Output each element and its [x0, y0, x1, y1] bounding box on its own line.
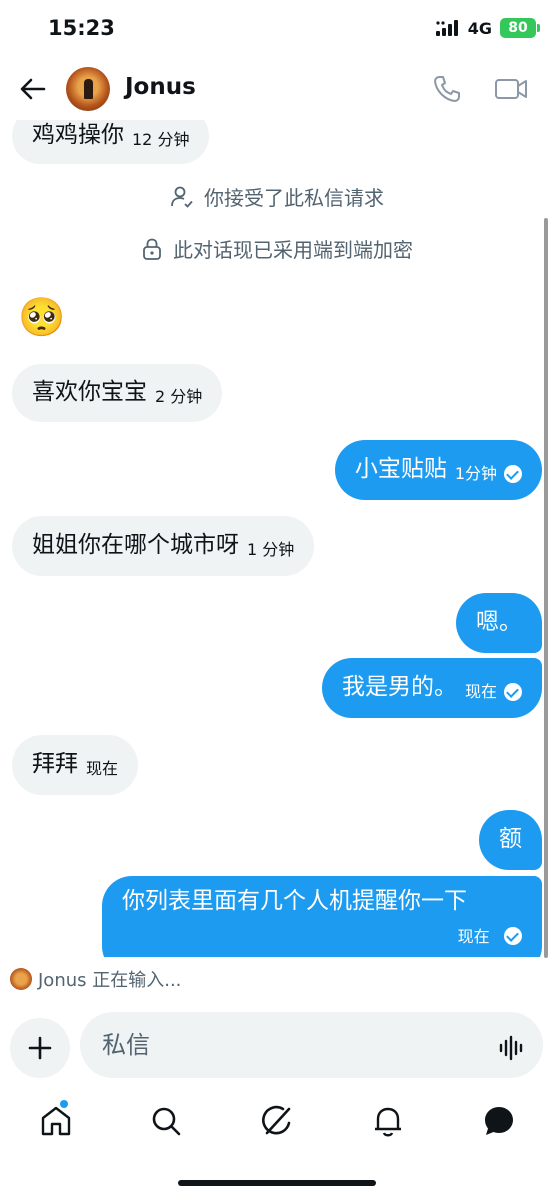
message-text: 拜拜 [32, 751, 78, 778]
typing-text: Jonus 正在输入... [38, 970, 182, 991]
message-time: 现在 [464, 682, 497, 702]
read-check-icon [504, 465, 522, 483]
phone-icon[interactable] [432, 74, 462, 104]
avatar[interactable] [66, 67, 110, 111]
home-icon[interactable] [38, 1103, 74, 1139]
message-text: 鸡鸡操你 [32, 122, 124, 149]
back-arrow-icon[interactable] [18, 74, 48, 104]
message-bubble[interactable]: 喜欢你宝宝 2 分钟 [12, 364, 223, 422]
video-call-icon[interactable] [494, 74, 528, 104]
conversation-header: Jonus [0, 60, 554, 120]
avatar [10, 968, 32, 990]
message-time: 12 分钟 [132, 130, 190, 150]
encryption-notice: 此对话现已采用端到端加密 [0, 234, 554, 263]
notification-dot [60, 1100, 68, 1108]
grok-icon[interactable] [259, 1103, 295, 1139]
messages-icon[interactable] [481, 1103, 517, 1139]
message-text: 喜欢你宝宝 [32, 379, 147, 406]
person-check-icon [171, 186, 193, 208]
message-bubble[interactable]: 小宝贴贴 1分钟 [334, 440, 542, 500]
add-button[interactable] [10, 1018, 70, 1078]
signal-icon [435, 20, 458, 36]
status-indicators: 4G 80 [435, 18, 540, 38]
message-time: 1 分钟 [247, 540, 295, 560]
voice-waveform-icon[interactable] [498, 1034, 526, 1062]
bottom-navigation [0, 1095, 554, 1151]
message-text: 小宝贴贴 [354, 456, 447, 483]
message-bubble[interactable]: 你列表里面有几个人机提醒你一下 现在 [102, 876, 542, 957]
status-time: 15:23 [48, 16, 115, 40]
lock-icon [143, 238, 161, 260]
message-time: 1分钟 [454, 464, 497, 484]
message-text: 姐姐你在哪个城市呀 [32, 532, 239, 559]
message-bubble[interactable]: 拜拜 现在 [12, 735, 139, 795]
message-input[interactable] [80, 1012, 543, 1078]
contact-name[interactable]: Jonus [125, 74, 196, 100]
message-text: 嗯。 [476, 609, 522, 636]
read-check-icon [504, 926, 522, 945]
message-list[interactable]: 鸡鸡操你 12 分钟 你接受了此私信请求 此对话现已采用端到端加密 🥺 喜欢你宝… [0, 112, 554, 957]
home-indicator[interactable] [178, 1180, 376, 1186]
message-time: 现在 [86, 759, 119, 779]
message-time: 2 分钟 [155, 387, 203, 407]
message-text: 你列表里面有几个人机提醒你一下 [122, 888, 467, 914]
message-composer [0, 1010, 554, 1086]
message-bubble[interactable]: 我是男的。 现在 [321, 658, 542, 718]
bell-icon[interactable] [370, 1103, 406, 1139]
search-icon[interactable] [148, 1103, 184, 1139]
request-accepted-notice: 你接受了此私信请求 [0, 182, 554, 211]
read-check-icon [504, 683, 522, 701]
message-bubble[interactable]: 嗯。 [456, 593, 542, 653]
emoji-message[interactable]: 🥺 [18, 298, 65, 336]
notice-text: 此对话现已采用端到端加密 [173, 238, 413, 262]
message-bubble[interactable]: 额 [479, 810, 542, 870]
notice-text: 你接受了此私信请求 [204, 186, 384, 210]
plus-icon [28, 1036, 52, 1060]
scrollbar[interactable] [544, 218, 548, 958]
message-time: 现在 [457, 926, 490, 946]
typing-indicator: Jonus 正在输入... [10, 966, 181, 992]
battery-icon: 80 [500, 18, 540, 38]
message-text: 我是男的。 [341, 674, 457, 701]
status-bar: 15:23 4G 80 [0, 0, 554, 60]
network-type: 4G [467, 18, 492, 38]
message-bubble[interactable]: 姐姐你在哪个城市呀 1 分钟 [12, 516, 315, 576]
message-text: 额 [499, 826, 522, 853]
